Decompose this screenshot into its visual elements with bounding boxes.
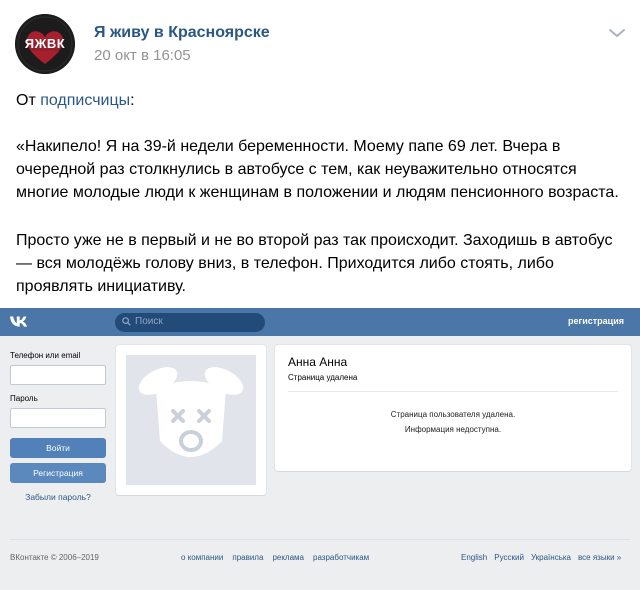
post-paragraph-1: «Накипело! Я на 39-й недели беременности… <box>16 138 619 201</box>
footer-link-rules[interactable]: правила <box>232 553 263 562</box>
search-placeholder: Поиск <box>135 316 163 327</box>
deleted-avatar <box>126 355 256 485</box>
profile-status: Страница удалена <box>288 373 358 382</box>
footer-link-about[interactable]: о компании <box>181 553 223 562</box>
source-suffix: : <box>130 92 135 109</box>
password-label: Пароль <box>10 394 38 403</box>
footer-divider <box>10 539 630 540</box>
phone-email-field[interactable] <box>10 365 106 385</box>
vk-logo-icon[interactable] <box>9 315 31 329</box>
footer-copyright: ВКонтакте © 2006–2019 <box>10 553 99 562</box>
lang-english[interactable]: English <box>461 553 487 562</box>
lang-all[interactable]: все языки » <box>578 553 621 562</box>
footer-links: о компании правила реклама разработчикам <box>181 553 369 562</box>
post-date[interactable]: 20 окт в 16:05 <box>94 47 191 64</box>
forgot-password-link[interactable]: Забыли пароль? <box>10 492 106 502</box>
group-name-link[interactable]: Я живу в Красноярске <box>94 24 270 42</box>
vk-header: Поиск регистрация <box>0 308 640 336</box>
divider <box>288 391 618 392</box>
group-avatar[interactable]: ЯЖВК <box>15 14 75 74</box>
search-input[interactable]: Поиск <box>115 313 265 332</box>
password-field[interactable] <box>10 408 106 428</box>
profile-info-card: Анна Анна Страница удалена Страница поль… <box>275 345 631 471</box>
footer-link-developers[interactable]: разработчикам <box>313 553 369 562</box>
profile-photo-card <box>116 345 266 495</box>
source-prefix: От <box>16 92 41 109</box>
login-button[interactable]: Войти <box>10 438 106 458</box>
header-register-link[interactable]: регистрация <box>568 316 624 326</box>
deleted-message-2: Информация недоступна. <box>404 425 502 434</box>
post-source: От подписчицы: <box>16 92 135 110</box>
post-paragraph-2: Просто уже не в первый и не во второй ра… <box>16 232 613 295</box>
lang-ukrainian[interactable]: Українська <box>531 553 571 562</box>
chevron-down-icon[interactable] <box>608 27 626 39</box>
post: ЯЖВК Я живу в Красноярске 20 окт в 16:05… <box>0 0 640 308</box>
search-icon <box>122 317 131 326</box>
subscriber-link[interactable]: подписчицы <box>40 92 130 109</box>
footer-languages: English Русский Українська все языки » <box>461 553 621 562</box>
vk-page: Телефон или email Пароль Войти Регистрац… <box>0 336 640 590</box>
avatar-text: ЯЖВК <box>24 36 66 51</box>
lang-russian[interactable]: Русский <box>494 553 524 562</box>
register-button[interactable]: Регистрация <box>10 463 106 483</box>
phone-label: Телефон или email <box>10 351 81 360</box>
deleted-dog-icon <box>138 367 244 457</box>
profile-name: Анна Анна <box>288 355 348 369</box>
deleted-message-1: Страница пользователя удалена. <box>390 410 516 419</box>
footer-link-ads[interactable]: реклама <box>272 553 304 562</box>
